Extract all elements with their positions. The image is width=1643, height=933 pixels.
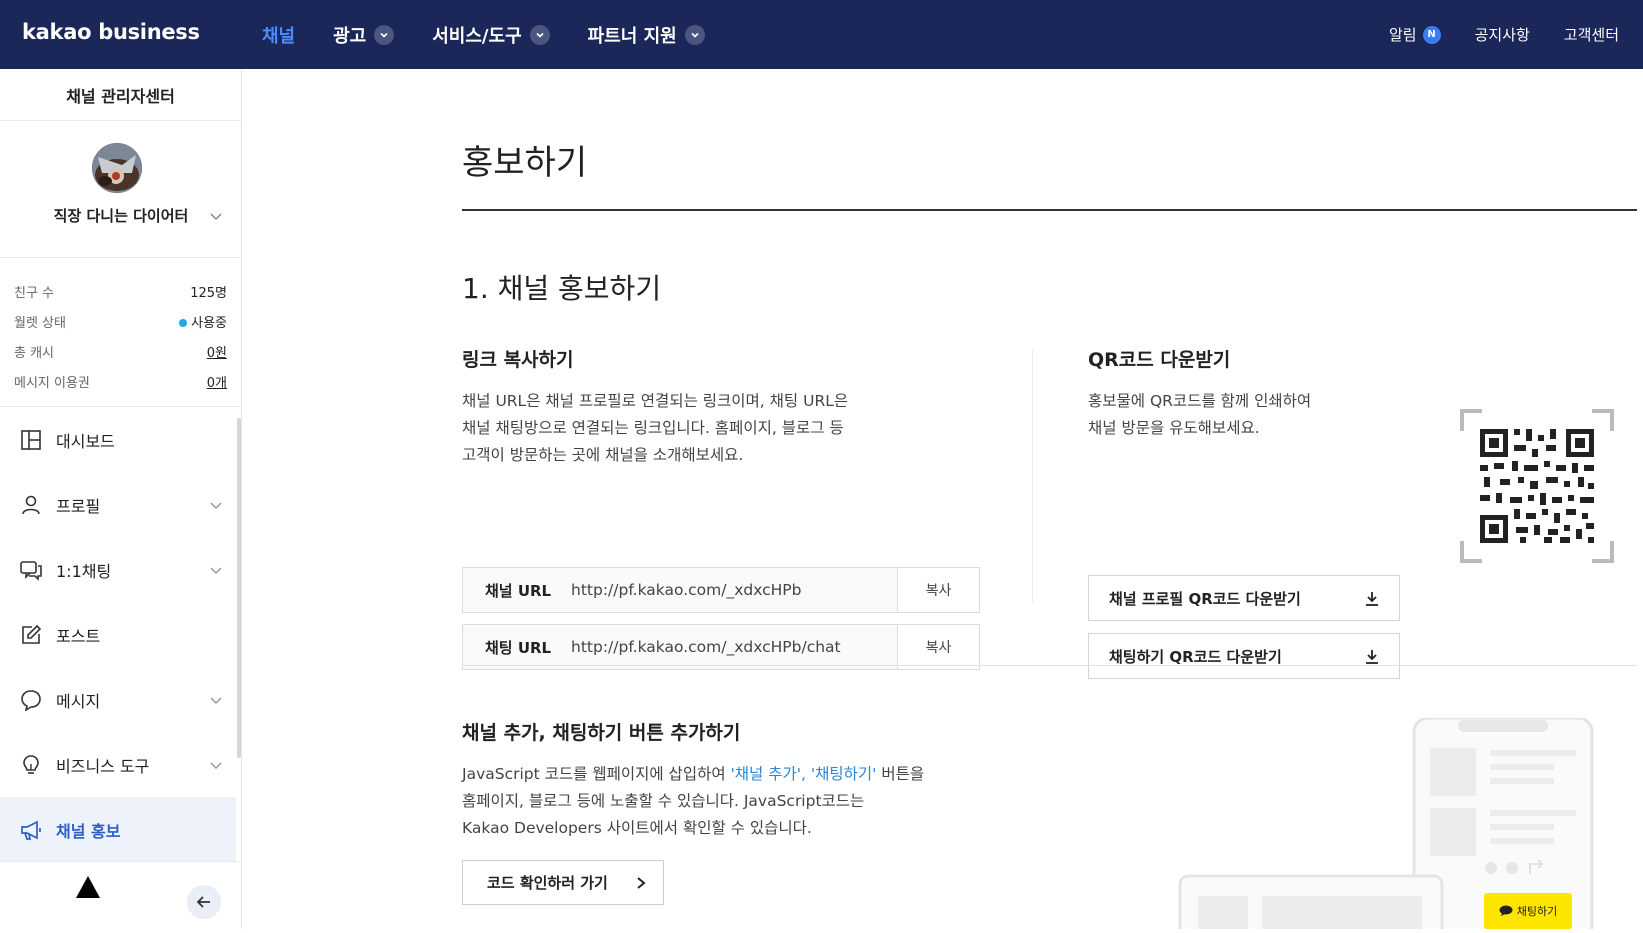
status-dot xyxy=(179,318,188,327)
page-title: 홍보하기 xyxy=(462,143,588,183)
message-icon xyxy=(18,687,44,713)
link-copy-section: 링크 복사하기 채널 URL은 채널 프로필로 연결되는 링크이며, 채팅 UR… xyxy=(462,345,982,670)
new-badge: N xyxy=(1422,25,1441,44)
chevron-down-icon[interactable] xyxy=(209,209,223,223)
sidebar-scrollbar[interactable] xyxy=(237,418,241,758)
sidebar-item-post[interactable]: 포스트 xyxy=(0,602,241,667)
add-buttons-section: 채널 추가, 채팅하기 버튼 추가하기 JavaScript 코드를 웹페이지에… xyxy=(462,718,1022,842)
chat-url-row: 채팅 URL http://pf.kakao.com/_xdxcHPb/chat… xyxy=(462,624,980,670)
nav-partner-support[interactable]: 파트너 지원 xyxy=(588,22,705,48)
download-profile-qr-button[interactable]: 채널 프로필 QR코드 다운받기 xyxy=(1088,575,1400,621)
chevron-down-icon xyxy=(684,24,705,45)
nav-services-tools[interactable]: 서비스/도구 xyxy=(432,22,550,48)
chevron-down-icon xyxy=(374,24,395,45)
lightbulb-icon xyxy=(18,752,44,778)
sidebar-item-business-tools[interactable]: 비즈니스 도구 xyxy=(0,732,241,797)
stat-friends: 친구 수 125명 xyxy=(14,285,227,301)
chevron-right-icon xyxy=(637,877,646,889)
link-copy-heading: 링크 복사하기 xyxy=(462,349,574,371)
chevron-down-icon xyxy=(529,24,550,45)
qr-heading: QR코드 다운받기 xyxy=(1088,349,1231,371)
top-right-links: 알림 N 공지사항 고객센터 xyxy=(1355,0,1619,69)
section-title-channel-promotion: 1. 채널 홍보하기 xyxy=(462,272,662,305)
top-navigation-bar: kakao business 채널 광고 서비스/도구 파트너 지원 알림 N 공… xyxy=(0,0,1643,69)
nav-ads[interactable]: 광고 xyxy=(333,22,395,48)
sidebar-item-profile[interactable]: 프로필 xyxy=(0,472,241,537)
stat-message-voucher: 메시지 이용권 0개 xyxy=(14,366,227,396)
main-nav: 채널 광고 서비스/도구 파트너 지원 xyxy=(262,0,743,69)
channel-stats: 친구 수 125명 월렛 상태 사용중 총 캐시 0원 메시지 이용권 0개 xyxy=(0,258,241,407)
link-copy-description: 채널 URL은 채널 프로필로 연결되는 링크이며, 채팅 URL은 채널 채팅… xyxy=(462,392,849,464)
chevron-down-icon xyxy=(210,697,222,705)
chevron-down-icon xyxy=(210,567,222,575)
support-link[interactable]: 고객센터 xyxy=(1564,24,1619,45)
kakao-business-logo[interactable]: kakao business xyxy=(22,20,200,44)
collapse-sidebar-button[interactable] xyxy=(187,885,221,919)
download-chat-qr-button[interactable]: 채팅하기 QR코드 다운받기 xyxy=(1088,633,1400,679)
copy-channel-url-button[interactable]: 복사 xyxy=(897,568,979,612)
stat-wallet-status: 월렛 상태 사용중 xyxy=(14,315,227,331)
channel-profile[interactable]: 직장 다니는 다이어터 xyxy=(0,121,241,258)
add-buttons-heading: 채널 추가, 채팅하기 버튼 추가하기 xyxy=(462,722,741,744)
sidebar-footer xyxy=(0,861,242,929)
chat-bubbles-icon xyxy=(18,557,44,583)
person-icon xyxy=(18,492,44,518)
channel-url-value[interactable]: http://pf.kakao.com/_xdxcHPb xyxy=(571,568,897,612)
download-icon xyxy=(1366,592,1378,606)
go-to-code-button[interactable]: 코드 확인하러 가기 xyxy=(462,860,664,905)
add-buttons-description: JavaScript 코드를 웹페이지에 삽입하여 '채널 추가', '채팅하기… xyxy=(462,765,925,837)
sidebar-item-message[interactable]: 메시지 xyxy=(0,667,241,732)
avatar xyxy=(92,143,142,193)
edit-icon xyxy=(18,622,44,648)
triangle-up-icon[interactable] xyxy=(76,876,100,898)
alarm-link[interactable]: 알림 N xyxy=(1389,24,1441,45)
chat-url-value[interactable]: http://pf.kakao.com/_xdxcHPb/chat xyxy=(571,625,897,669)
notice-link[interactable]: 공지사항 xyxy=(1475,24,1530,45)
dashboard-icon xyxy=(18,427,44,453)
total-cash-link[interactable]: 0원 xyxy=(207,342,227,361)
qr-code-image xyxy=(1460,409,1614,563)
title-divider xyxy=(462,209,1637,211)
sidebar-item-chat[interactable]: 1:1채팅 xyxy=(0,537,241,602)
chat-bubble-icon xyxy=(1499,905,1513,916)
sidebar-title: 채널 관리자센터 xyxy=(0,69,241,121)
channel-name: 직장 다니는 다이어터 xyxy=(53,207,189,225)
sidebar: 채널 관리자센터 직장 다니는 다이어터 친구 수 125명 월렛 상태 사용중 총… xyxy=(0,69,242,929)
channel-url-row: 채널 URL http://pf.kakao.com/_xdxcHPb 복사 xyxy=(462,567,980,613)
column-divider xyxy=(1032,349,1033,603)
sidebar-item-dashboard[interactable]: 대시보드 xyxy=(0,407,241,472)
arrow-left-icon xyxy=(196,896,210,908)
section-divider xyxy=(462,665,1637,666)
stat-total-cash: 총 캐시 0원 xyxy=(14,336,227,366)
nav-channel[interactable]: 채널 xyxy=(262,22,295,48)
sidebar-item-channel-promotion[interactable]: 채널 홍보 xyxy=(0,797,236,862)
download-icon xyxy=(1366,650,1378,664)
chevron-down-icon xyxy=(210,502,222,510)
device-illustration: 채팅하기 xyxy=(1178,716,1643,933)
chat-button-illustration: 채팅하기 xyxy=(1484,893,1572,929)
megaphone-icon xyxy=(18,817,44,843)
chevron-down-icon xyxy=(210,762,222,770)
copy-chat-url-button[interactable]: 복사 xyxy=(897,625,979,669)
message-voucher-link[interactable]: 0개 xyxy=(207,372,227,391)
